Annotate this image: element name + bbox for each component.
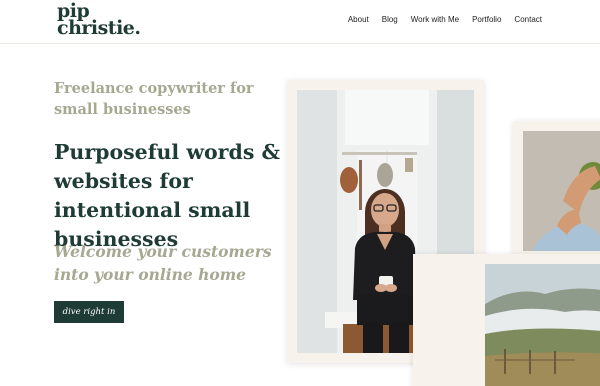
main-nav: About Blog Work with Me Portfolio Contac… — [335, 15, 542, 24]
nav-about[interactable]: About — [348, 15, 369, 24]
logo-line-2: christie. — [57, 17, 141, 39]
nav-portfolio[interactable]: Portfolio — [472, 15, 501, 24]
coffee-photo — [523, 131, 600, 251]
site-header: pip christie. About Blog Work with Me Po… — [0, 0, 600, 44]
landscape-photo — [485, 264, 600, 386]
dive-right-in-button[interactable]: dive right in — [54, 301, 124, 323]
coffee-photo-frame — [513, 121, 600, 259]
nav-contact[interactable]: Contact — [514, 15, 542, 24]
nav-blog[interactable]: Blog — [382, 15, 398, 24]
hero-eyebrow: Freelance copywriter for small businesse… — [54, 80, 254, 118]
hero-headline: Purposeful words & websites for intentio… — [54, 140, 281, 251]
landscape-photo-frame — [413, 254, 600, 386]
site-logo[interactable]: pip christie. — [57, 2, 141, 39]
hero-subhead: Welcome your customers into your online … — [54, 242, 272, 284]
nav-work-with-me[interactable]: Work with Me — [411, 15, 459, 24]
landscape-illustration — [485, 264, 600, 386]
coffee-illustration — [523, 131, 600, 251]
